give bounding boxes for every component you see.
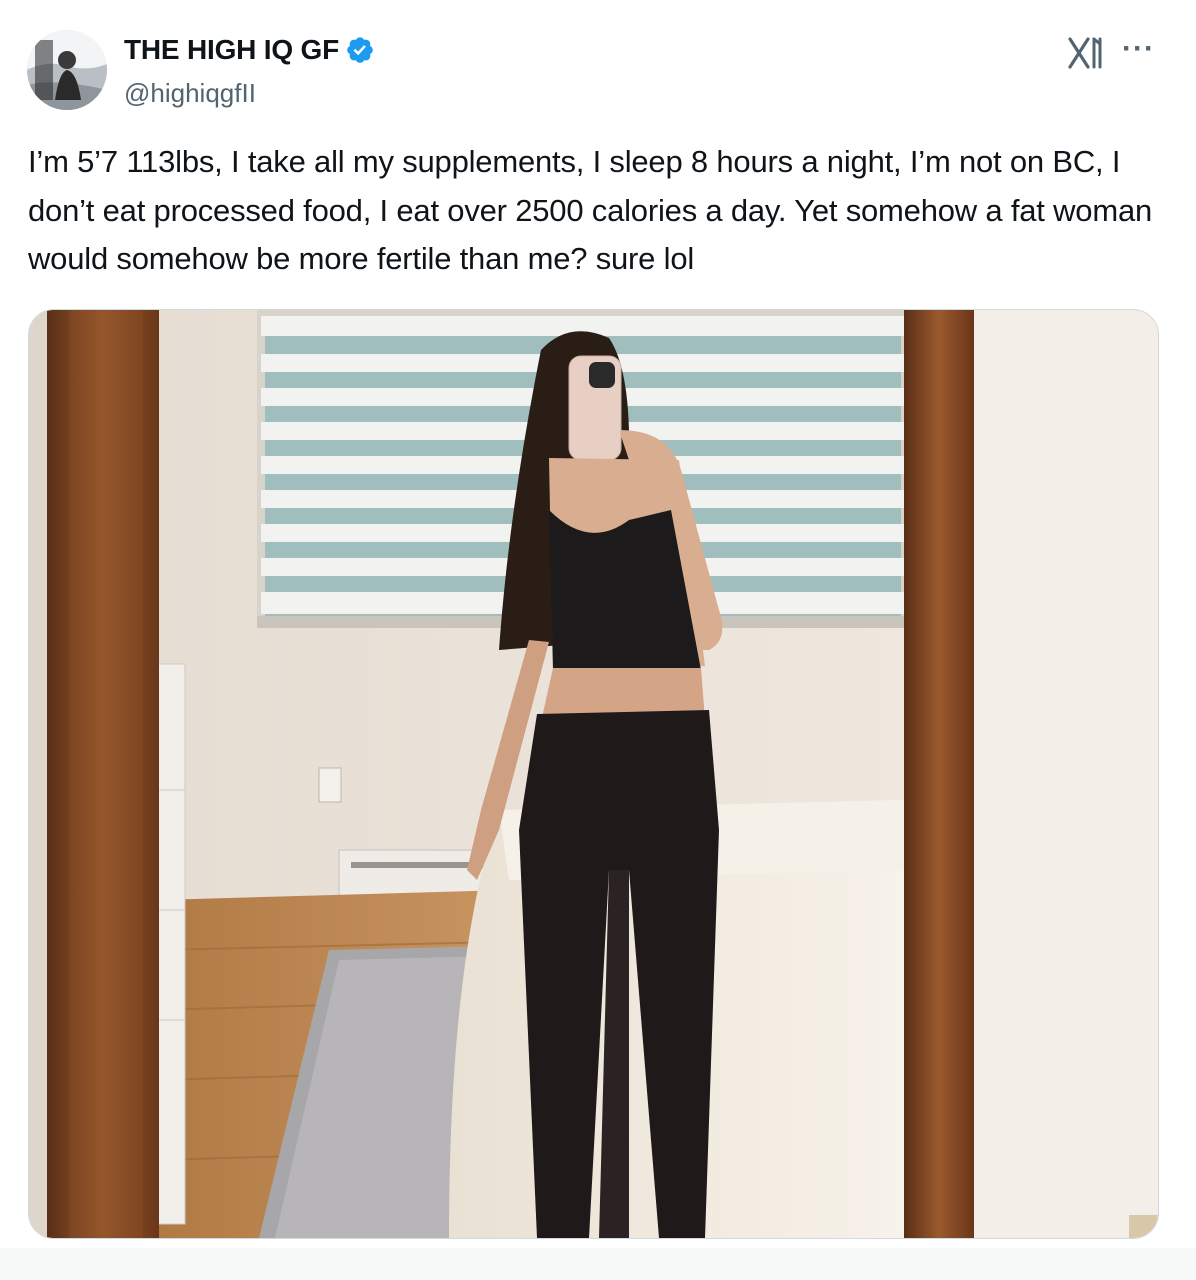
author-handle[interactable]: @highiqgfII: [124, 78, 256, 109]
more-options-icon[interactable]: ···: [1122, 32, 1155, 66]
tweet-photo[interactable]: [28, 309, 1159, 1239]
author-display-name[interactable]: THE HIGH IQ GF: [124, 34, 339, 66]
mirror-selfie-image: [29, 310, 1158, 1238]
verified-badge-icon: [347, 37, 373, 63]
tweet-card: THE HIGH IQ GF @highiqgfII ··· I’m 5’7 1…: [0, 0, 1196, 1280]
x-logo-icon[interactable]: [1068, 36, 1106, 70]
tweet-text: I’m 5’7 113lbs, I take all my supplement…: [28, 144, 1153, 276]
author-name-row: THE HIGH IQ GF: [124, 34, 375, 66]
avatar[interactable]: [27, 30, 107, 110]
bottom-divider: [0, 1248, 1196, 1280]
